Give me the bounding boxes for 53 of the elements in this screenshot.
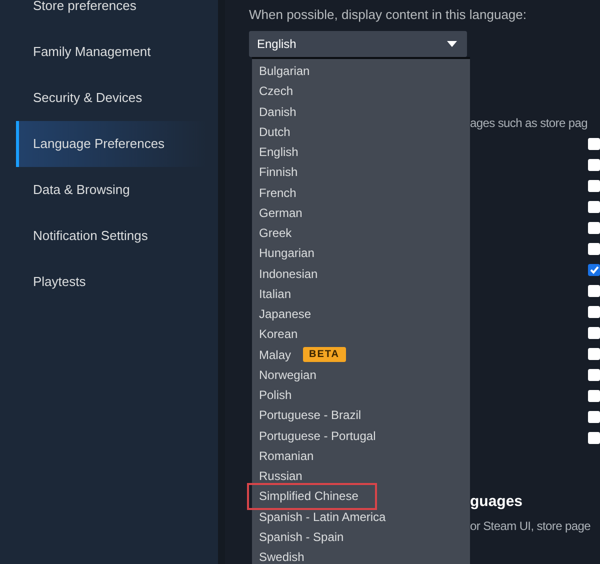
sidebar-item[interactable]: Playtests xyxy=(16,259,206,305)
dropdown-option[interactable]: Swedish xyxy=(250,547,320,564)
dropdown-option[interactable]: German xyxy=(250,202,318,223)
checkbox[interactable] xyxy=(588,138,600,150)
dropdown-option[interactable]: Danish xyxy=(250,102,312,122)
dropdown-option[interactable]: Norwegian xyxy=(250,364,332,385)
dropdown-option[interactable]: English xyxy=(250,142,314,162)
checkbox[interactable] xyxy=(588,348,600,360)
dropdown-option[interactable]: Hungarian xyxy=(250,243,330,264)
checkbox[interactable] xyxy=(588,306,600,318)
checkbox[interactable] xyxy=(588,243,600,255)
dropdown-option[interactable]: Spanish - Latin America xyxy=(250,506,402,527)
checkbox[interactable] xyxy=(588,411,600,423)
dropdown-option[interactable]: Indonesian xyxy=(250,264,334,284)
section-heading: guages xyxy=(470,492,524,512)
checkbox[interactable] xyxy=(588,222,600,234)
caret-icon xyxy=(447,41,457,47)
dropdown-option[interactable]: Greek xyxy=(250,223,308,244)
dropdown-option[interactable]: French xyxy=(250,182,312,203)
dropdown-option[interactable]: Russian xyxy=(250,466,318,486)
description-text: or Steam UI, store page xyxy=(470,518,592,535)
checkbox[interactable] xyxy=(588,201,600,213)
checkbox[interactable] xyxy=(588,264,600,276)
dropdown-option[interactable]: Spanish - Spain xyxy=(250,526,360,547)
dropdown-option[interactable]: Romanian xyxy=(250,446,330,466)
beta-badge: BETA xyxy=(303,347,346,362)
checkbox[interactable] xyxy=(588,180,600,192)
checkbox[interactable] xyxy=(588,327,600,339)
dropdown-option[interactable]: Bulgarian xyxy=(250,61,326,82)
dropdown-option[interactable]: Malay BETA xyxy=(250,344,362,365)
field-label: When possible, display content in this language: xyxy=(249,6,528,24)
sidebar-item[interactable]: Store preferences xyxy=(16,0,206,29)
language-select[interactable]: English xyxy=(249,31,467,57)
dropdown-option[interactable]: Italian xyxy=(250,284,308,304)
checkbox[interactable] xyxy=(588,390,600,402)
checkbox[interactable] xyxy=(588,285,600,297)
dropdown-option[interactable]: Portuguese - Portugal xyxy=(250,426,392,446)
dropdown-option[interactable]: Dutch xyxy=(250,122,306,142)
dropdown-option[interactable]: Korean xyxy=(250,324,314,344)
checkbox[interactable] xyxy=(588,432,600,444)
checkbox[interactable] xyxy=(588,369,600,381)
description-text: ages such as store pag xyxy=(470,115,588,132)
dropdown-option[interactable]: Simplified Chinese xyxy=(250,486,374,506)
dropdown-option[interactable]: Portuguese - Brazil xyxy=(250,405,378,426)
checkbox[interactable] xyxy=(588,159,600,171)
dropdown-option[interactable]: Finnish xyxy=(250,162,314,182)
sidebar-item[interactable]: Notification Settings xyxy=(16,213,206,259)
dropdown-option[interactable]: Czech xyxy=(250,81,310,102)
dropdown-option[interactable]: Japanese xyxy=(250,304,328,324)
sidebar-item[interactable]: Family Management xyxy=(16,29,206,75)
sidebar-item[interactable]: Data & Browsing xyxy=(16,167,206,213)
dropdown-option[interactable]: Polish xyxy=(250,385,308,406)
sidebar-item[interactable]: Security & Devices xyxy=(16,75,206,121)
